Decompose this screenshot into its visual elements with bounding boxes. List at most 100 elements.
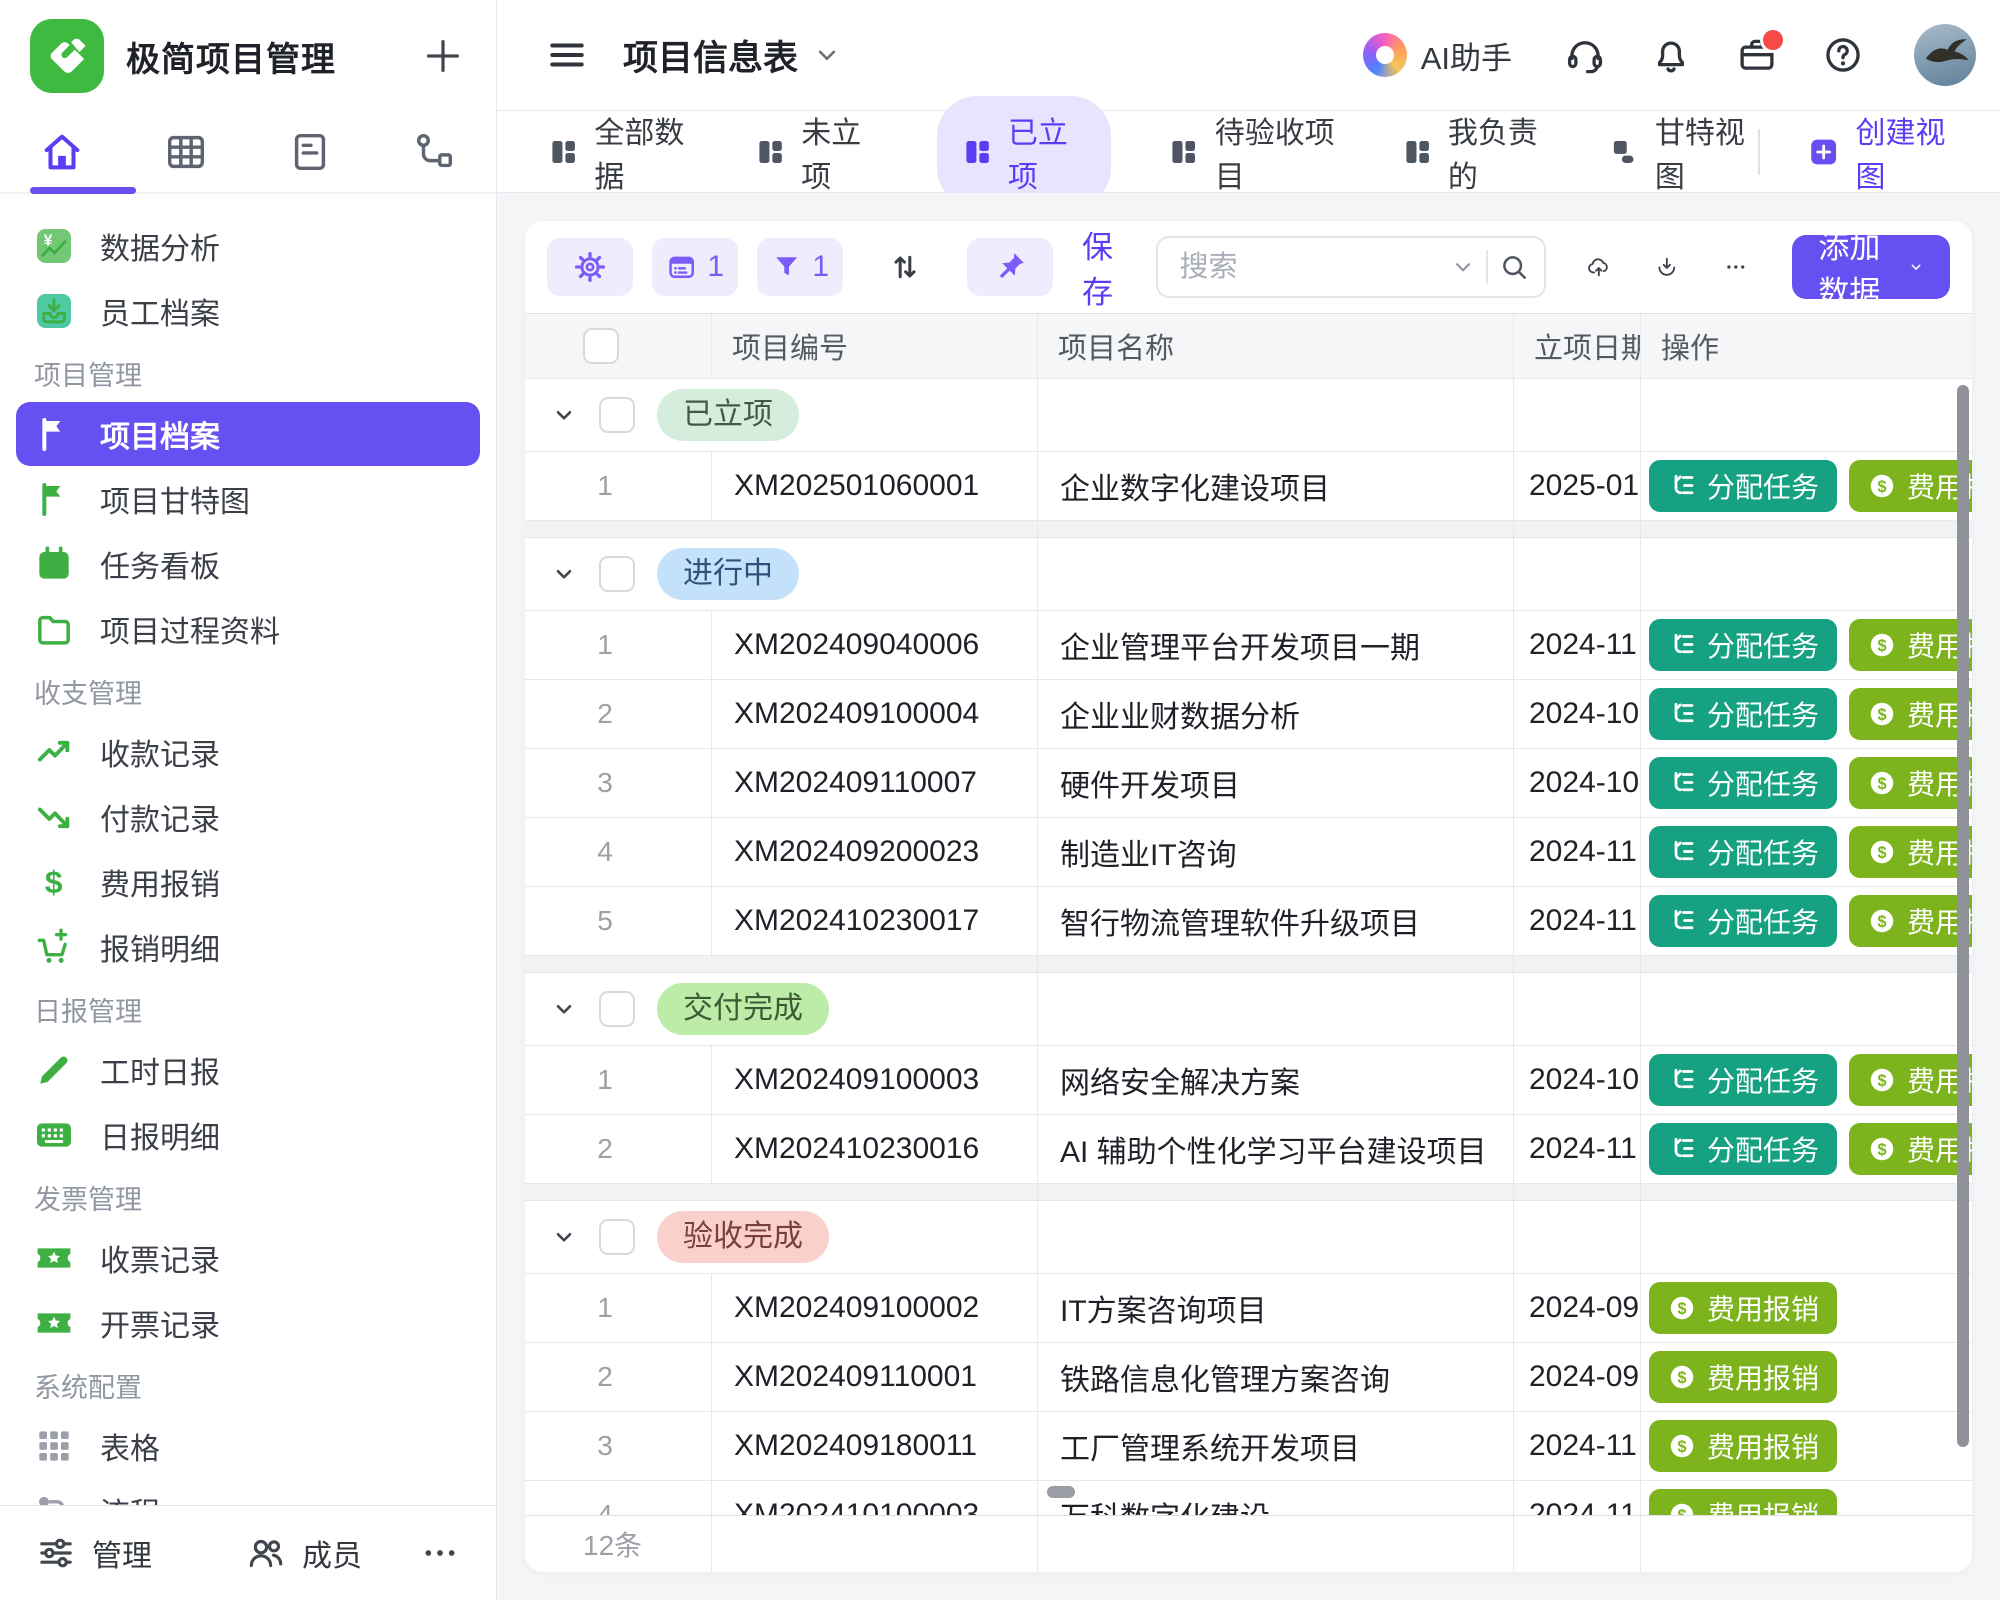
settings-button[interactable] — [547, 238, 633, 296]
group-collapse-chevron-icon[interactable] — [551, 1224, 577, 1250]
group-checkbox[interactable] — [599, 556, 635, 592]
table-row[interactable]: 1XM202409100003网络安全解决方案2024-10分配任务$费用报销 — [525, 1046, 1972, 1115]
view-tab[interactable]: 已立项 — [937, 96, 1112, 208]
group-checkbox[interactable] — [599, 397, 635, 433]
sidebar-item[interactable]: 开票记录 — [16, 1291, 480, 1355]
table-row[interactable]: 3XM202409110007硬件开发项目2024-10分配任务$费用报销 — [525, 749, 1972, 818]
sidebar-item[interactable]: 员工档案 — [16, 279, 480, 343]
search-input[interactable] — [1178, 250, 1440, 285]
add-data-button[interactable]: 添加数据 — [1792, 235, 1950, 299]
sidebar-item[interactable]: 报销明细 — [16, 915, 480, 979]
filter-count: 1 — [812, 250, 829, 284]
assign-task-button[interactable]: 分配任务 — [1649, 757, 1837, 809]
sidebar-item[interactable]: 流程 — [16, 1479, 480, 1505]
expense-report-button[interactable]: $费用报销 — [1649, 1351, 1837, 1403]
group-collapse-chevron-icon[interactable] — [551, 402, 577, 428]
title-chevron-down-icon[interactable] — [812, 40, 842, 70]
user-avatar[interactable] — [1914, 24, 1976, 86]
filter-button[interactable]: 1 — [757, 238, 843, 296]
add-app-icon[interactable] — [420, 33, 466, 79]
briefcase-icon[interactable] — [1736, 34, 1778, 76]
action-button-label: 分配任务 — [1707, 901, 1819, 941]
sidebar-tab-home[interactable] — [0, 129, 124, 175]
sidebar-item[interactable]: ¥数据分析 — [16, 214, 480, 278]
group-checkbox[interactable] — [599, 991, 635, 1027]
export-download-icon[interactable] — [1655, 248, 1679, 286]
ai-assistant-button[interactable]: AI助手 — [1363, 33, 1512, 78]
expense-report-button[interactable]: $费用报销 — [1849, 1054, 1972, 1106]
expense-report-button[interactable]: $费用报销 — [1849, 1123, 1972, 1175]
sidebar-item[interactable]: 项目甘特图 — [16, 467, 480, 531]
sidebar-item[interactable]: 任务看板 — [16, 532, 480, 596]
row-index: 3 — [525, 749, 711, 817]
search-chevron-down-icon[interactable] — [1450, 254, 1476, 280]
expense-report-button[interactable]: $费用报销 — [1849, 895, 1972, 947]
sidebar-item[interactable]: 工时日报 — [16, 1038, 480, 1102]
sidebar-item[interactable]: 项目档案 — [16, 402, 480, 466]
table-row[interactable]: 3XM202409180011工厂管理系统开发项目2024-11$费用报销 — [525, 1412, 1972, 1481]
view-tab[interactable]: 甘特视图 — [1609, 108, 1758, 196]
group-checkbox[interactable] — [599, 1219, 635, 1255]
table-row[interactable]: 1XM202409040006企业管理平台开发项目一期2024-11分配任务$费… — [525, 611, 1972, 680]
members-button[interactable]: 成员 — [246, 1531, 362, 1575]
sidebar-more-icon[interactable] — [420, 1533, 460, 1573]
sidebar-item[interactable]: 收票记录 — [16, 1226, 480, 1290]
fields-button[interactable]: 1 — [652, 238, 738, 296]
expense-report-button[interactable]: $费用报销 — [1849, 688, 1972, 740]
group-collapse-chevron-icon[interactable] — [551, 561, 577, 587]
assign-task-button[interactable]: 分配任务 — [1649, 895, 1837, 947]
view-tab[interactable]: 未立项 — [756, 108, 879, 196]
table-row[interactable]: 2XM202409110001铁路信息化管理方案咨询2024-09$费用报销 — [525, 1343, 1972, 1412]
view-tab-label: 已立项 — [1008, 108, 1085, 196]
expense-report-button[interactable]: $费用报销 — [1849, 757, 1972, 809]
assign-task-button[interactable]: 分配任务 — [1649, 1054, 1837, 1106]
help-icon[interactable] — [1822, 34, 1864, 76]
hamburger-menu-icon[interactable] — [545, 33, 589, 77]
sidebar-item[interactable]: $费用报销 — [16, 850, 480, 914]
group-collapse-chevron-icon[interactable] — [551, 996, 577, 1022]
search-icon[interactable] — [1498, 251, 1530, 283]
horizontal-scrollbar[interactable] — [1047, 1486, 1075, 1498]
vertical-scrollbar[interactable] — [1957, 385, 1969, 1447]
expense-report-button[interactable]: $费用报销 — [1849, 460, 1972, 512]
sidebar-item[interactable]: 收款记录 — [16, 720, 480, 784]
view-tab[interactable]: 我负责的 — [1403, 108, 1552, 196]
assign-task-button[interactable]: 分配任务 — [1649, 826, 1837, 878]
assign-task-button[interactable]: 分配任务 — [1649, 619, 1837, 671]
assign-task-button[interactable]: 分配任务 — [1649, 460, 1837, 512]
headset-icon[interactable] — [1564, 34, 1606, 76]
assign-task-button[interactable]: 分配任务 — [1649, 1123, 1837, 1175]
sidebar-item[interactable]: 日报明细 — [16, 1103, 480, 1167]
assign-task-button[interactable]: 分配任务 — [1649, 688, 1837, 740]
create-view-button[interactable]: 创建视图 — [1808, 108, 1960, 196]
sidebar-tab-workflow[interactable] — [372, 129, 496, 175]
sidebar-item[interactable]: 付款记录 — [16, 785, 480, 849]
sidebar-item[interactable]: 项目过程资料 — [16, 597, 480, 661]
import-cloud-icon[interactable] — [1587, 248, 1611, 286]
more-actions-icon[interactable] — [1724, 248, 1748, 286]
select-all-checkbox[interactable] — [583, 328, 619, 364]
table-row[interactable]: 2XM202409100004企业业财数据分析2024-10分配任务$费用报销 — [525, 680, 1972, 749]
expense-report-button[interactable]: $费用报销 — [1849, 826, 1972, 878]
bell-icon[interactable] — [1650, 34, 1692, 76]
view-grid-icon — [1169, 135, 1198, 169]
table-row[interactable]: 1XM202409100002IT方案咨询项目2024-09$费用报销 — [525, 1274, 1972, 1343]
table-row[interactable]: 5XM202410230017智行物流管理软件升级项目2024-11分配任务$费… — [525, 887, 1972, 956]
expense-report-button[interactable]: $费用报销 — [1649, 1420, 1837, 1472]
table-row[interactable]: 2XM202410230016AI 辅助个性化学习平台建设项目2024-11分配… — [525, 1115, 1972, 1184]
table-row[interactable]: 4XM202409200023制造业IT咨询2024-11分配任务$费用报销 — [525, 818, 1972, 887]
expense-report-button[interactable]: $费用报销 — [1849, 619, 1972, 671]
view-tab[interactable]: 待验收项目 — [1169, 108, 1344, 196]
sidebar-item[interactable]: 表格 — [16, 1414, 480, 1478]
sort-button[interactable] — [862, 238, 948, 296]
expense-report-button[interactable]: $费用报销 — [1649, 1282, 1837, 1334]
view-tab[interactable]: 全部数据 — [549, 108, 698, 196]
pin-button[interactable] — [967, 238, 1053, 296]
sidebar-tab-tables[interactable] — [124, 129, 248, 175]
manage-button[interactable]: 管理 — [36, 1531, 152, 1575]
table-row[interactable]: 1XM202501060001企业数字化建设项目2025-01分配任务$费用报销 — [525, 452, 1972, 521]
save-button[interactable]: 保存 — [1082, 222, 1121, 312]
sidebar-tab-forms[interactable] — [248, 129, 372, 175]
sidebar-item-label: 报销明细 — [100, 925, 220, 969]
group-header-row: 进行中 — [525, 538, 1972, 611]
